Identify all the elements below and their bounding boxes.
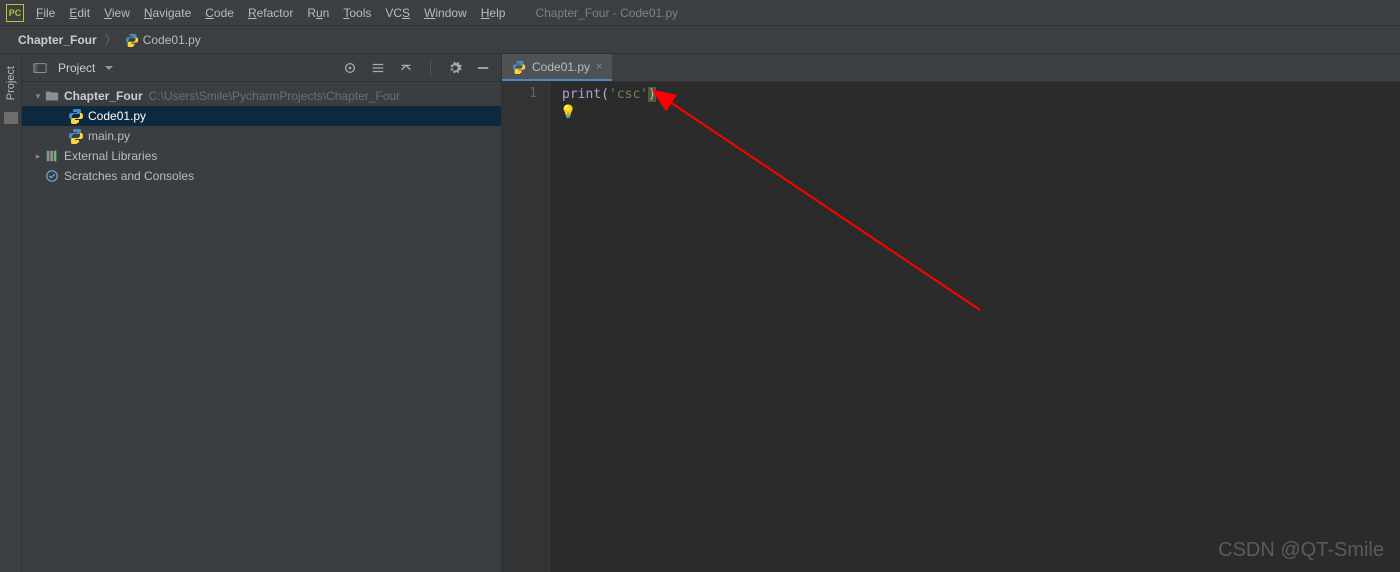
code-line[interactable]: print('csc') <box>562 86 1388 104</box>
project-panel-title[interactable]: Project <box>58 61 95 75</box>
python-file-icon <box>68 108 84 124</box>
tree-row-scratches[interactable]: Scratches and Consoles <box>22 166 501 186</box>
menu-items: File Edit View Navigate Code Refactor Ru… <box>36 6 505 20</box>
library-icon <box>44 148 60 164</box>
window-title: Chapter_Four - Code01.py <box>535 6 678 20</box>
project-tool-tab[interactable]: Project <box>3 60 19 106</box>
tree-row-file[interactable]: Code01.py <box>22 106 501 126</box>
menu-code[interactable]: Code <box>205 6 234 20</box>
menu-file[interactable]: File <box>36 6 55 20</box>
tree-label: main.py <box>88 129 130 143</box>
project-tree: Chapter_Four C:\Users\Smile\PycharmProje… <box>22 82 501 572</box>
tree-expand-arrow-icon[interactable] <box>32 91 44 102</box>
menu-view[interactable]: View <box>104 6 130 20</box>
python-file-icon <box>125 33 139 47</box>
menu-help[interactable]: Help <box>481 6 506 20</box>
chevron-down-icon[interactable] <box>105 66 113 70</box>
menu-run[interactable]: Run <box>307 6 329 20</box>
pycharm-app-icon: PC <box>6 4 24 22</box>
tree-row-project-root[interactable]: Chapter_Four C:\Users\Smile\PycharmProje… <box>22 86 501 106</box>
tok-paren-open: ( <box>601 87 609 102</box>
editor-tab[interactable]: Code01.py × <box>502 54 612 81</box>
close-tab-icon[interactable]: × <box>596 61 602 73</box>
breadcrumb-file[interactable]: Code01.py <box>119 31 207 49</box>
project-view-icon <box>32 60 48 76</box>
editor-gutter: 1 <box>502 82 550 572</box>
project-panel: Project <box>22 54 502 572</box>
python-file-icon <box>512 60 526 74</box>
editor-area: Code01.py × 1 print('csc') 💡 <box>502 54 1400 572</box>
hide-icon[interactable] <box>475 60 491 76</box>
menu-refactor[interactable]: Refactor <box>248 6 293 20</box>
editor-tab-bar: Code01.py × <box>502 54 1400 82</box>
breadcrumb-label: Chapter_Four <box>18 33 97 47</box>
line-number: 1 <box>502 86 537 101</box>
python-file-icon <box>68 128 84 144</box>
toolbar-divider <box>430 60 431 76</box>
tree-path: C:\Users\Smile\PycharmProjects\Chapter_F… <box>149 89 400 103</box>
breadcrumb-separator: 〉 <box>105 31 117 48</box>
gear-icon[interactable] <box>447 60 463 76</box>
intention-bulb-icon[interactable]: 💡 <box>560 104 576 122</box>
tree-row-file[interactable]: main.py <box>22 126 501 146</box>
tree-row-external-libraries[interactable]: External Libraries <box>22 146 501 166</box>
menu-navigate[interactable]: Navigate <box>144 6 191 20</box>
tree-label: Code01.py <box>88 109 146 123</box>
code-content[interactable]: print('csc') 💡 <box>550 82 1400 572</box>
menu-edit[interactable]: Edit <box>69 6 90 20</box>
menu-window[interactable]: Window <box>424 6 467 20</box>
tool-window-bar-left: Project <box>0 54 22 572</box>
menu-tools[interactable]: Tools <box>343 6 371 20</box>
collapse-all-icon[interactable] <box>398 60 414 76</box>
breadcrumb-project[interactable]: Chapter_Four <box>12 31 103 49</box>
select-opened-file-icon[interactable] <box>342 60 358 76</box>
tok-function: print <box>562 87 601 102</box>
structure-tool-icon[interactable] <box>4 112 18 124</box>
menubar: PC File Edit View Navigate Code Refactor… <box>0 0 1400 26</box>
tree-label: External Libraries <box>64 149 157 163</box>
expand-all-icon[interactable] <box>370 60 386 76</box>
project-panel-header: Project <box>22 54 501 82</box>
tree-label: Chapter_Four <box>64 89 143 103</box>
editor-tab-label: Code01.py <box>532 60 590 74</box>
tok-paren-close: ) <box>648 87 656 102</box>
breadcrumb-bar: Chapter_Four 〉 Code01.py <box>0 26 1400 54</box>
tok-string: 'csc' <box>609 87 648 102</box>
tree-expand-arrow-icon[interactable] <box>32 151 44 162</box>
scratches-icon <box>44 168 60 184</box>
folder-icon <box>44 88 60 104</box>
tree-label: Scratches and Consoles <box>64 169 194 183</box>
editor-body[interactable]: 1 print('csc') 💡 <box>502 82 1400 572</box>
menu-vcs[interactable]: VCS <box>385 6 410 20</box>
breadcrumb-label: Code01.py <box>143 33 201 47</box>
